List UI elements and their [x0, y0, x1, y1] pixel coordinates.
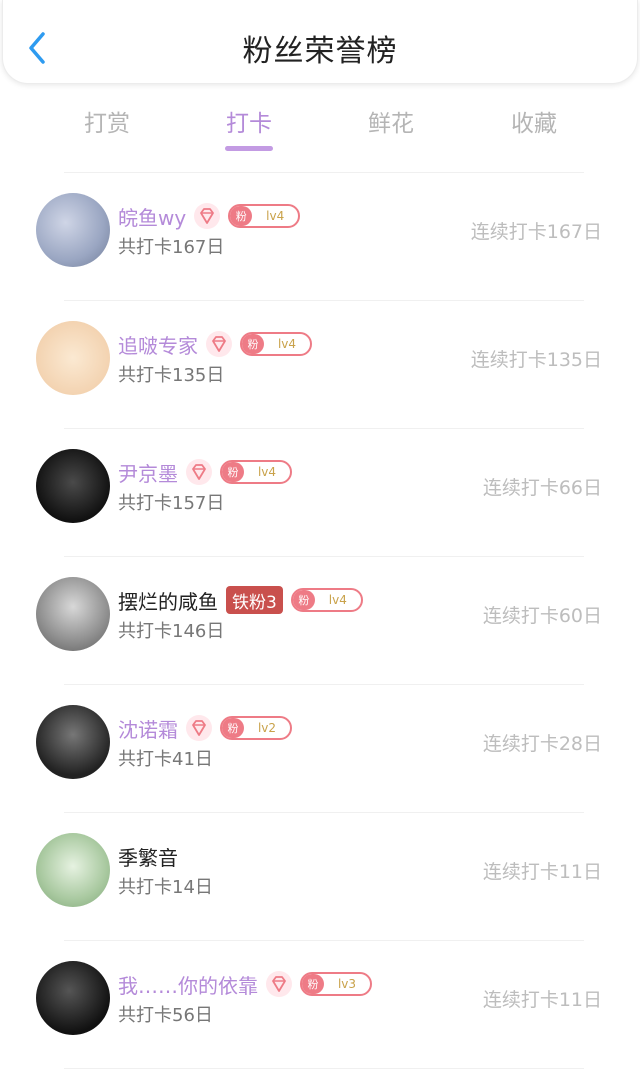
diamond-icon — [206, 331, 232, 357]
user-name[interactable]: 尹京墨 — [118, 458, 178, 487]
fan-level: lv2 — [257, 721, 277, 735]
fan-tag: 粉 — [242, 334, 264, 354]
checkin-streak: 连续打卡60日 — [482, 605, 602, 627]
diamond-icon — [186, 715, 212, 741]
name-line: 摆烂的咸鱼 铁粉3 粉 lv4 — [118, 585, 363, 615]
active-tab-indicator — [225, 146, 273, 151]
avatar[interactable] — [36, 321, 110, 395]
user-name[interactable]: 季繁音 — [118, 842, 178, 871]
avatar[interactable] — [36, 833, 110, 907]
tab-bar: 打赏 打卡 鲜花 收藏 — [0, 100, 640, 160]
list-item[interactable]: 季繁音共打卡14日 连续打卡11日 — [0, 813, 640, 941]
list-item[interactable]: 摆烂的咸鱼 铁粉3 粉 lv4 共打卡146日 连续打卡60日 — [0, 557, 640, 685]
name-line: 皖鱼wy 粉 lv4 — [118, 201, 301, 231]
list-item[interactable]: 追啵专家 粉 lv4 共打卡135日 连续打卡135日 — [0, 301, 640, 429]
checkin-streak: 连续打卡66日 — [482, 477, 602, 499]
list-item[interactable]: 我……你的依靠 粉 lv3 共打卡56日 连续打卡11日 — [0, 941, 640, 1069]
checkin-streak: 连续打卡135日 — [470, 349, 602, 371]
iron-fan-badge: 铁粉3 — [226, 586, 283, 614]
name-line: 沈诺霜 粉 lv2 — [118, 713, 292, 743]
total-checkins: 共打卡157日 — [118, 493, 225, 514]
fan-level: lv4 — [277, 337, 297, 351]
name-line: 尹京墨 粉 lv4 — [118, 457, 292, 487]
checkin-streak: 连续打卡167日 — [470, 221, 602, 243]
tab-reward[interactable]: 打赏 — [57, 104, 157, 138]
fan-level: lv4 — [328, 593, 347, 607]
avatar[interactable] — [36, 193, 110, 267]
checkin-streak: 连续打卡11日 — [482, 861, 602, 883]
user-name[interactable]: 摆烂的咸鱼 — [118, 586, 218, 615]
fan-level: lv4 — [266, 209, 285, 223]
fan-level-badge: 粉 lv4 — [220, 460, 292, 484]
fan-tag: 粉 — [292, 590, 315, 610]
page-title: 粉丝荣誉榜 — [242, 34, 398, 69]
tab-flowers[interactable]: 鲜花 — [341, 104, 441, 138]
diamond-icon — [186, 459, 212, 485]
fan-level: lv4 — [257, 465, 277, 479]
avatar[interactable] — [36, 705, 110, 779]
tab-checkin[interactable]: 打卡 — [199, 104, 299, 138]
fan-tag: 粉 — [230, 206, 253, 226]
user-name[interactable]: 皖鱼wy — [118, 202, 186, 231]
list-item[interactable]: 沈诺霜 粉 lv2 共打卡41日 连续打卡28日 — [0, 685, 640, 813]
fan-level-badge: 粉 lv3 — [300, 972, 372, 996]
avatar[interactable] — [36, 961, 110, 1035]
checkin-streak: 连续打卡11日 — [482, 989, 602, 1011]
total-checkins: 共打卡41日 — [118, 749, 213, 770]
total-checkins: 共打卡135日 — [118, 365, 225, 386]
total-checkins: 共打卡14日 — [118, 877, 213, 898]
tab-favorites[interactable]: 收藏 — [484, 104, 584, 138]
fan-level: lv3 — [337, 977, 357, 991]
fan-tag: 粉 — [222, 462, 244, 482]
total-checkins: 共打卡146日 — [118, 621, 225, 642]
name-line: 季繁音 — [118, 841, 178, 871]
fan-level-badge: 粉 lv4 — [290, 588, 363, 612]
diamond-icon — [266, 971, 292, 997]
diamond-icon — [194, 203, 221, 229]
fan-level-badge: 粉 lv4 — [228, 204, 301, 228]
row-divider — [64, 1068, 584, 1069]
checkin-streak: 连续打卡28日 — [482, 733, 602, 755]
total-checkins: 共打卡56日 — [118, 1005, 213, 1026]
user-name[interactable]: 我……你的依靠 — [118, 970, 258, 999]
fan-tag: 粉 — [222, 718, 244, 738]
list-item[interactable]: 皖鱼wy 粉 lv4 共打卡167日 连续打卡167日 — [0, 173, 640, 301]
name-line: 我……你的依靠 粉 lv3 — [118, 969, 372, 999]
top-bar: 粉丝荣誉榜 — [2, 0, 638, 84]
fan-tag: 粉 — [302, 974, 324, 994]
fan-level-badge: 粉 lv4 — [240, 332, 312, 356]
user-name[interactable]: 沈诺霜 — [118, 714, 178, 743]
avatar[interactable] — [36, 449, 110, 523]
total-checkins: 共打卡167日 — [118, 237, 225, 258]
avatar[interactable] — [36, 577, 110, 651]
name-line: 追啵专家 粉 lv4 — [118, 329, 312, 359]
user-name[interactable]: 追啵专家 — [118, 330, 198, 359]
fan-level-badge: 粉 lv2 — [220, 716, 292, 740]
list-item[interactable]: 尹京墨 粉 lv4 共打卡157日 连续打卡66日 — [0, 429, 640, 557]
